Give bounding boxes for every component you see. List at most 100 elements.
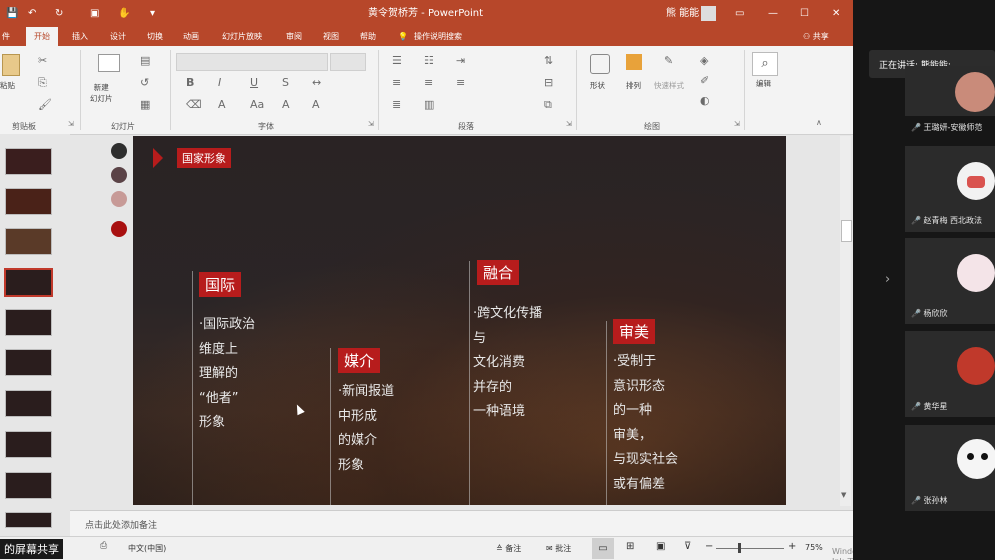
editing-label[interactable]: 编辑 [756,78,771,89]
slide-thumbnail[interactable] [5,228,52,255]
columns-icon[interactable]: ▥ [424,98,434,111]
notes-placeholder[interactable]: 点击此处添加备注 [85,518,157,531]
participant-video[interactable] [905,66,995,116]
numbering-icon[interactable]: ☷ [424,54,434,67]
touch-mode-icon[interactable]: ✋ [118,0,130,27]
collapse-ribbon-icon[interactable]: ∧ [816,118,822,127]
maximize-icon[interactable]: ☐ [800,0,809,27]
smartart-icon[interactable]: ⧉ [544,98,552,112]
change-case-icon[interactable]: Aa [250,98,264,111]
spacing-icon[interactable]: ↔ [312,76,321,89]
redo-icon[interactable]: ↻ [55,0,63,27]
align-center-icon[interactable]: ≡ [424,76,433,89]
slide-thumbnail[interactable] [5,472,52,499]
align-right-icon[interactable]: ≡ [456,76,465,89]
tab-slideshow[interactable]: 幻灯片放映 [222,27,262,46]
notes-toggle[interactable]: ≙ 备注 [496,543,521,554]
clipboard-launcher-icon[interactable]: ⇲ [68,120,74,128]
slide-thumbnail[interactable] [5,512,52,528]
clear-format-icon[interactable]: ⌫ [186,98,202,111]
indent-icon[interactable]: ⇥ [456,54,465,67]
underline-icon[interactable]: U [250,76,258,89]
shadow-icon[interactable]: S [282,76,289,89]
new-slide-icon[interactable] [98,54,120,72]
reading-view-icon[interactable]: ▣ [656,541,665,552]
paragraph-launcher-icon[interactable]: ⇲ [566,120,572,128]
tab-view[interactable]: 视图 [323,27,339,46]
save-icon[interactable]: 💾 [6,0,18,27]
tell-me-search[interactable]: 操作说明搜索 [414,27,462,46]
slide-canvas[interactable]: 国家形象 国际 ·国际政治 维度上 理解的 “他者” 形象 媒介 ·新闻报道 中… [133,136,786,505]
copy-icon[interactable]: ⎘ [38,76,47,90]
italic-icon[interactable]: I [218,76,221,89]
shape-effects-icon[interactable]: ◐ [700,94,710,107]
zoom-level[interactable]: 75% [805,543,823,552]
zoom-in-icon[interactable]: + [788,541,796,552]
zoom-out-icon[interactable]: − [705,541,713,552]
justify-icon[interactable]: ≣ [392,98,401,111]
new-slide-label[interactable]: 新建 幻灯片 [90,82,113,104]
scroll-down-icon[interactable]: ▼ [841,491,846,499]
tab-review[interactable]: 审阅 [286,27,302,46]
arrange-icon[interactable] [626,54,642,70]
shapes-label[interactable]: 形状 [590,80,605,91]
present-icon[interactable]: ▣ [90,0,99,27]
tab-design[interactable]: 设计 [110,27,126,46]
slide-thumbnail[interactable] [5,309,52,336]
slide-thumbnail[interactable] [5,390,52,417]
shape-outline-icon[interactable]: ✐ [700,74,709,87]
font-size-select[interactable] [330,53,366,71]
section-icon[interactable]: ▦ [140,98,150,111]
search-icon[interactable]: ⌕ [752,52,778,76]
scrollbar-thumb[interactable] [841,220,852,242]
align-left-icon[interactable]: ≡ [392,76,401,89]
tab-file[interactable]: 件 [2,27,10,46]
color-swatch[interactable] [111,191,127,207]
slide-sorter-icon[interactable]: ⊞ [626,541,634,552]
ribbon-display-icon[interactable]: ▭ [735,0,744,27]
customize-qat-icon[interactable]: ▾ [150,0,155,27]
vertical-scrollbar[interactable]: ▼ [840,136,852,506]
share-button[interactable]: ⚇ 共享 [803,27,829,46]
tab-help[interactable]: 帮助 [360,27,376,46]
user-avatar[interactable] [701,6,716,21]
tab-animations[interactable]: 动画 [183,27,199,46]
zoom-slider-thumb[interactable] [738,543,741,553]
paste-label[interactable]: 粘贴 [0,80,15,91]
quick-styles-icon[interactable]: ✎ [664,54,673,67]
color-swatch[interactable] [111,167,127,183]
drawing-launcher-icon[interactable]: ⇲ [734,120,740,128]
color-swatch[interactable] [111,221,127,237]
color-swatch[interactable] [111,143,127,159]
slide-thumbnail[interactable] [5,188,52,215]
chevron-right-icon[interactable]: › [885,272,890,287]
grow-font-icon[interactable]: A [282,98,290,111]
cut-icon[interactable]: ✂ [38,54,47,67]
minimize-icon[interactable]: — [768,0,778,27]
tab-home[interactable]: 开始 [26,27,58,46]
format-painter-icon[interactable]: 🖌 [38,98,52,111]
shape-fill-icon[interactable]: ◈ [700,54,708,67]
text-direction-icon[interactable]: ⇅ [544,54,553,67]
undo-icon[interactable]: ↶ [28,0,36,27]
user-name[interactable]: 熊 能能 [666,0,699,27]
font-color-icon[interactable]: A [218,98,226,111]
spellcheck-icon[interactable]: ⎙ [100,541,107,551]
bullets-icon[interactable]: ☰ [392,54,402,67]
slide-thumbnail[interactable] [5,148,52,175]
shapes-icon[interactable] [590,54,610,74]
bold-icon[interactable]: B [186,76,194,89]
language-indicator[interactable]: 中文(中国) [128,543,166,554]
font-name-select[interactable] [176,53,328,71]
reset-icon[interactable]: ↺ [140,76,149,89]
tab-transitions[interactable]: 切换 [147,27,163,46]
slide-thumbnail[interactable] [5,431,52,458]
notes-pane[interactable]: 点击此处添加备注 [70,510,853,537]
font-launcher-icon[interactable]: ⇲ [368,120,374,128]
tab-insert[interactable]: 插入 [72,27,88,46]
close-icon[interactable]: ✕ [832,0,840,27]
slide-thumbnail-selected[interactable] [4,268,53,297]
normal-view-icon[interactable]: ▭ [592,538,614,559]
slideshow-icon[interactable]: ⊽ [684,541,691,552]
arrange-label[interactable]: 排列 [626,80,641,91]
